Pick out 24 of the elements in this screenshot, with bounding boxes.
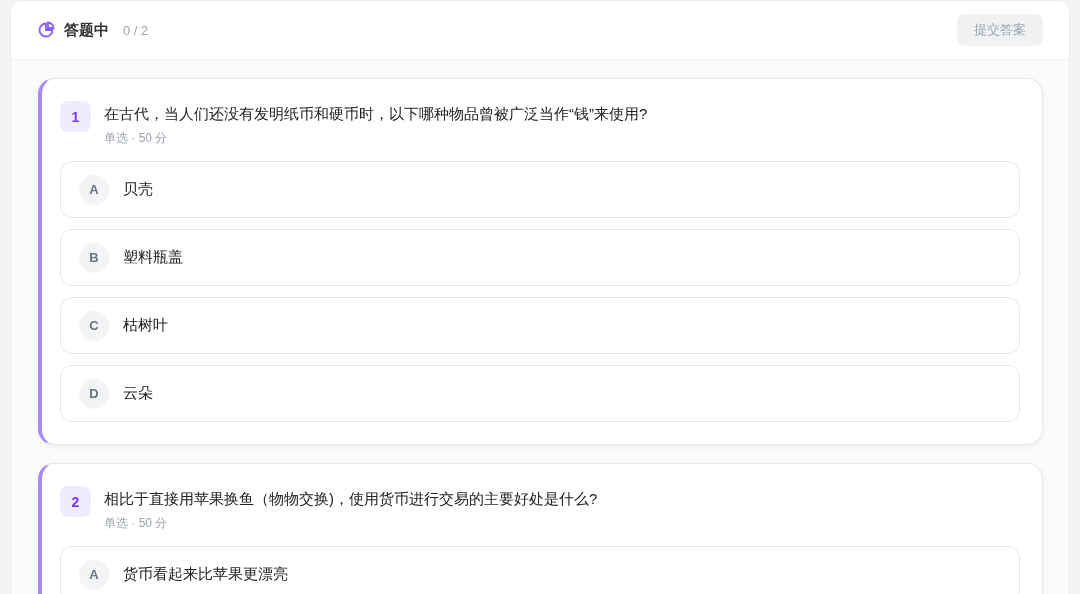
option-text: 塑料瓶盖 (123, 248, 183, 267)
answer-option[interactable]: C 枯树叶 (60, 297, 1020, 354)
question-number: 2 (60, 486, 91, 517)
question-meta: 单选 · 50 分 (104, 130, 169, 147)
answer-option[interactable]: A 贝壳 (60, 161, 1020, 218)
answer-option[interactable]: B 塑料瓶盖 (60, 229, 1020, 286)
question-number: 1 (60, 101, 91, 132)
option-letter: B (79, 242, 109, 273)
question-text: 在古代，当人们还没有发明纸币和硬币时，以下哪种物品曾被广泛当作“钱”来使用? (104, 105, 648, 124)
status-label: 答题中 (64, 20, 109, 40)
question-text: 相比于直接用苹果换鱼（物物交换)，使用货币进行交易的主要好处是什么? (104, 490, 598, 509)
answer-option[interactable]: A 货币看起来比苹果更漂亮 (60, 546, 1020, 594)
option-text: 贝壳 (123, 180, 153, 199)
progress-count: 0 / 2 (123, 22, 149, 38)
option-text: 货币看起来比苹果更漂亮 (123, 565, 288, 584)
option-letter: A (79, 174, 109, 205)
option-text: 云朵 (123, 384, 153, 403)
question-meta: 单选 · 50 分 (104, 515, 169, 532)
option-letter: D (79, 378, 109, 409)
option-text: 枯树叶 (123, 316, 168, 335)
pie-chart-icon (37, 21, 55, 39)
option-letter: C (79, 310, 109, 341)
answer-option[interactable]: D 云朵 (60, 365, 1020, 422)
option-letter: A (79, 559, 109, 590)
